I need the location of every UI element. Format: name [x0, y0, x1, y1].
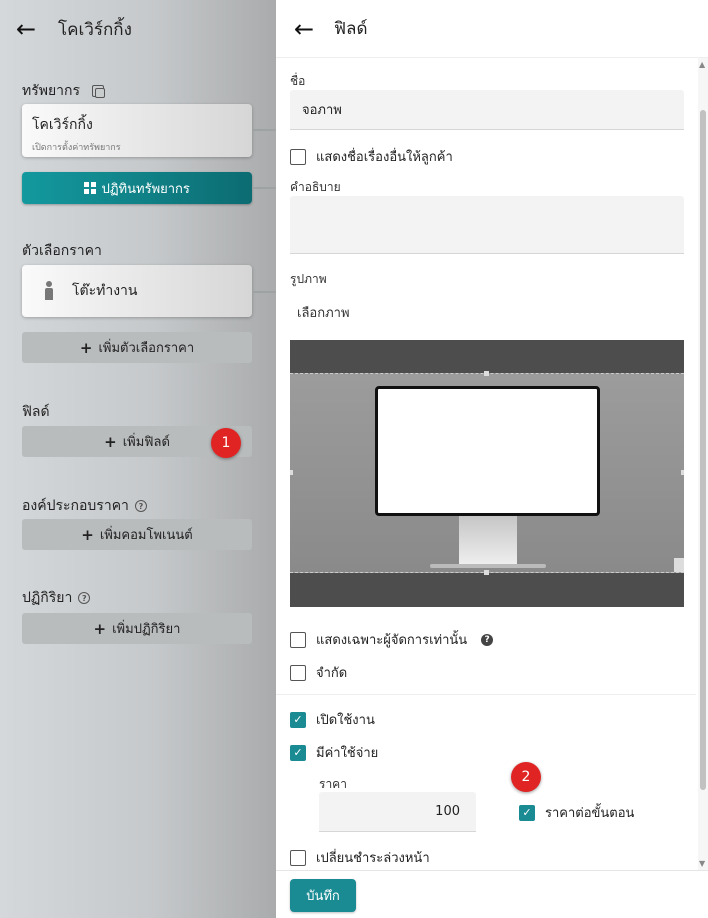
scrollbar[interactable]: ▲ ▼ — [698, 58, 708, 870]
scroll-down-icon[interactable]: ▼ — [699, 859, 705, 868]
back-arrow-icon[interactable]: ← — [294, 17, 322, 41]
has-cost-checkbox[interactable]: ✓ — [290, 744, 306, 761]
add-component-button[interactable]: + เพิ่มคอมโพเนนต์ — [22, 519, 252, 550]
section-divider — [276, 694, 696, 695]
help-icon[interactable]: ? — [134, 500, 147, 512]
crop-handle[interactable] — [290, 470, 293, 475]
add-price-option-button[interactable]: + เพิ่มตัวเลือกราคา — [22, 332, 252, 363]
add-action-button[interactable]: + เพิ่มปฏิกิริยา — [22, 613, 252, 644]
help-icon[interactable]: ? — [78, 592, 91, 604]
limited-label: จำกัด — [316, 666, 348, 681]
add-component-label: เพิ่มคอมโพเนนต์ — [99, 528, 193, 543]
back-arrow-icon[interactable]: ← — [16, 17, 44, 41]
connector-line — [252, 291, 276, 293]
admin-only-label: แสดงเฉพาะผู้จัดการเท่านั้น — [316, 633, 468, 648]
monitor-stand — [459, 516, 517, 564]
actions-label: ปฏิกิริยา ? — [22, 587, 91, 609]
resource-card[interactable]: โคเวิร์กกิ้ง เปิดการตั้งค่าทรัพยากร — [22, 104, 252, 157]
enabled-label: เปิดใช้งาน — [316, 713, 375, 728]
image-cropper[interactable] — [290, 340, 684, 607]
show-other-name-label: แสดงชื่อเรื่องอื่นให้ลูกค้า — [316, 150, 453, 165]
limited-checkbox[interactable] — [290, 664, 306, 681]
price-option-title: โต๊ะทำงาน — [72, 283, 138, 299]
step-badge-1: 1 — [211, 428, 241, 458]
grid-icon — [84, 182, 96, 194]
price-per-step-checkbox[interactable]: ✓ — [519, 804, 535, 821]
admin-only-row[interactable]: แสดงเฉพาะผู้จัดการเท่านั้น ? — [290, 629, 494, 650]
resources-label-text: ทรัพยากร — [22, 83, 81, 99]
has-cost-label: มีค่าใช้จ่าย — [316, 746, 379, 761]
copy-icon[interactable] — [92, 85, 106, 98]
admin-only-checkbox[interactable] — [290, 631, 306, 648]
price-per-step-label: ราคาต่อขั้นตอน — [545, 806, 635, 821]
left-title: โคเวิร์กกิ้ง — [58, 19, 132, 40]
resources-label: ทรัพยากร — [22, 80, 106, 102]
limited-row[interactable]: จำกัด — [290, 662, 347, 683]
left-panel: ← โคเวิร์กกิ้ง ทรัพยากร โคเวิร์กกิ้ง เปิ… — [0, 0, 276, 918]
image-label: รูปภาพ — [290, 272, 327, 286]
monitor-image — [375, 386, 600, 516]
price-per-step-row[interactable]: ✓ ราคาต่อขั้นตอน — [519, 802, 634, 823]
plus-icon: + — [93, 619, 107, 638]
change-prepay-row[interactable]: เปลี่ยนชำระล่วงหน้า — [290, 847, 430, 868]
show-other-name-checkbox[interactable] — [290, 148, 306, 165]
connector-line — [252, 129, 276, 131]
has-cost-row[interactable]: ✓ มีค่าใช้จ่าย — [290, 742, 378, 763]
scrollbar-thumb[interactable] — [700, 110, 706, 790]
description-input[interactable] — [290, 196, 684, 254]
connector-line — [252, 187, 276, 189]
price-option-card[interactable]: โต๊ะทำงาน — [22, 265, 252, 317]
monitor-base — [430, 564, 546, 568]
name-label: ชื่อ — [290, 74, 306, 88]
price-options-label: ตัวเลือกราคา — [22, 243, 102, 259]
save-button[interactable]: บันทึก — [290, 879, 356, 912]
right-title: ฟิลด์ — [334, 19, 368, 39]
plus-icon: + — [79, 338, 93, 357]
enabled-row[interactable]: ✓ เปิดใช้งาน — [290, 709, 375, 730]
left-header: ← โคเวิร์กกิ้ง — [0, 0, 276, 58]
change-prepay-label: เปลี่ยนชำระล่วงหน้า — [316, 851, 430, 866]
step-badge-2: 2 — [511, 762, 541, 792]
name-input[interactable]: จอภาพ — [290, 90, 684, 130]
right-header: ← ฟิลด์ — [276, 0, 708, 58]
price-components-label: องค์ประกอบราคา ? — [22, 495, 147, 517]
price-input[interactable]: 100 — [319, 792, 476, 832]
add-price-option-label: เพิ่มตัวเลือกราคา — [98, 341, 195, 356]
question-icon[interactable]: ? — [481, 633, 494, 646]
resource-card-subtitle: เปิดการตั้งค่าทรัพยากร — [32, 143, 121, 153]
plus-icon: + — [81, 525, 94, 544]
footer-bar: บันทึก — [276, 870, 708, 918]
person-icon — [42, 281, 56, 301]
price-components-text: องค์ประกอบราคา — [22, 498, 129, 514]
crop-corner-handle[interactable] — [674, 558, 684, 572]
crop-handle[interactable] — [484, 570, 489, 575]
fields-label: ฟิลด์ — [22, 404, 50, 420]
show-other-name-row[interactable]: แสดงชื่อเรื่องอื่นให้ลูกค้า — [290, 146, 453, 167]
description-label: คำอธิบาย — [290, 180, 341, 194]
actions-text: ปฏิกิริยา — [22, 590, 73, 606]
image-preview — [290, 371, 684, 575]
crop-handle[interactable] — [681, 470, 684, 475]
resource-card-title: โคเวิร์กกิ้ง — [32, 117, 93, 133]
scroll-up-icon[interactable]: ▲ — [699, 60, 705, 69]
enabled-checkbox[interactable]: ✓ — [290, 711, 306, 728]
add-field-label: เพิ่มฟิลด์ — [122, 435, 170, 450]
change-prepay-checkbox[interactable] — [290, 849, 306, 866]
choose-image-button[interactable]: เลือกภาพ — [297, 302, 350, 323]
resource-calendar-button[interactable]: ปฏิทินทรัพยากร — [22, 172, 252, 204]
resource-calendar-label: ปฏิทินทรัพยากร — [101, 181, 190, 197]
crop-handle[interactable] — [484, 371, 489, 376]
field-editor-panel: ← ฟิลด์ ชื่อ จอภาพ แสดงชื่อเรื่องอื่นให้… — [276, 0, 708, 918]
plus-icon: + — [104, 432, 117, 451]
add-action-label: เพิ่มปฏิกิริยา — [112, 622, 181, 637]
